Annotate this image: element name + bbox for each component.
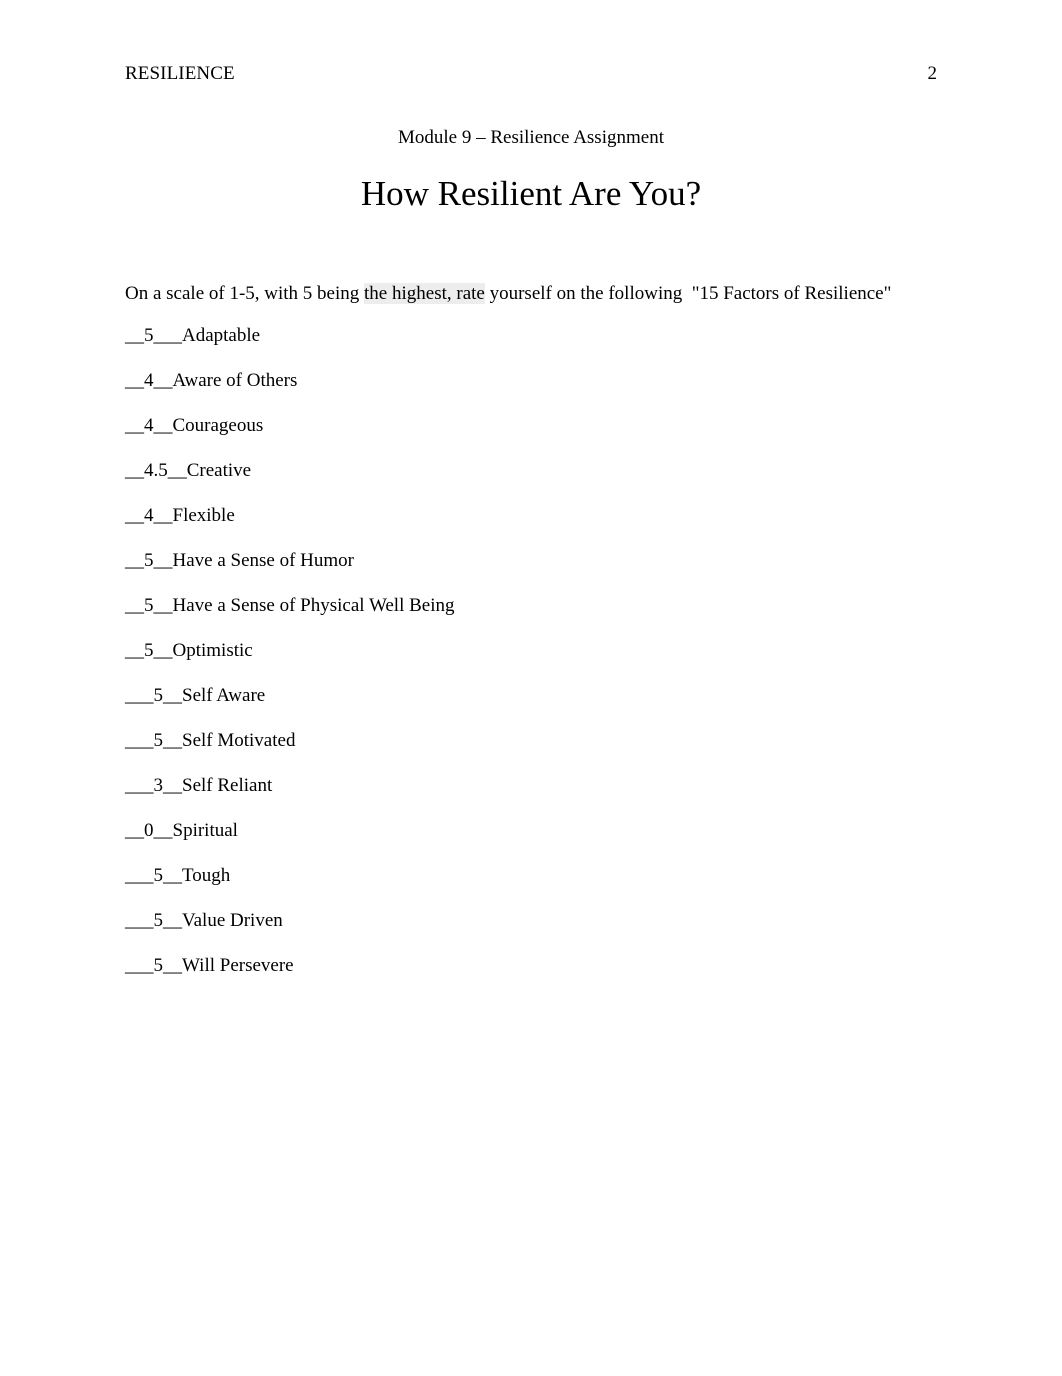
list-item: ___5__Self Aware: [125, 685, 266, 706]
list-item: __4__Aware of Others: [125, 370, 298, 391]
list-item: ___5__Tough: [125, 865, 231, 886]
instruction-text: On a scale of 1-5, with 5 being the high…: [125, 281, 945, 307]
list-item: __4__Flexible: [125, 505, 235, 526]
list-item: ___5__Value Driven: [125, 910, 283, 931]
list-item: ___5__Will Persevere: [125, 955, 294, 976]
list-item: ___3__Self Reliant: [125, 775, 273, 796]
resilience-factor-list: __5___Adaptable __4__Aware of Others __4…: [125, 323, 945, 998]
page-title: How Resilient Are You?: [360, 174, 702, 213]
list-item: __5__Have a Sense of Physical Well Being: [125, 595, 455, 616]
list-item: __4.5__Creative: [125, 460, 252, 481]
document-body: On a scale of 1-5, with 5 being the high…: [125, 281, 945, 998]
page-number: 2: [927, 63, 938, 84]
list-item: __0__Spiritual: [125, 820, 238, 841]
running-header: RESILIENCE 2: [125, 60, 937, 88]
list-item: ___5__Self Motivated: [125, 730, 296, 751]
running-head-title: RESILIENCE: [125, 63, 235, 84]
document-page: RESILIENCE 2 Module 9 – Resilience Assig…: [0, 0, 1062, 1376]
instruction-text-post: yourself on the following "15 Factors of…: [484, 283, 892, 304]
list-item: __4__Courageous: [125, 415, 264, 436]
list-item: __5__Have a Sense of Humor: [125, 550, 355, 571]
list-item: __5___Adaptable: [125, 325, 261, 346]
instruction-text-highlighted: the highest, rate: [364, 283, 485, 304]
list-item: __5__Optimistic: [125, 640, 253, 661]
instruction-text-pre: On a scale of 1-5, with 5 being: [125, 283, 365, 304]
assignment-subtitle: Module 9 – Resilience Assignment: [398, 127, 664, 148]
